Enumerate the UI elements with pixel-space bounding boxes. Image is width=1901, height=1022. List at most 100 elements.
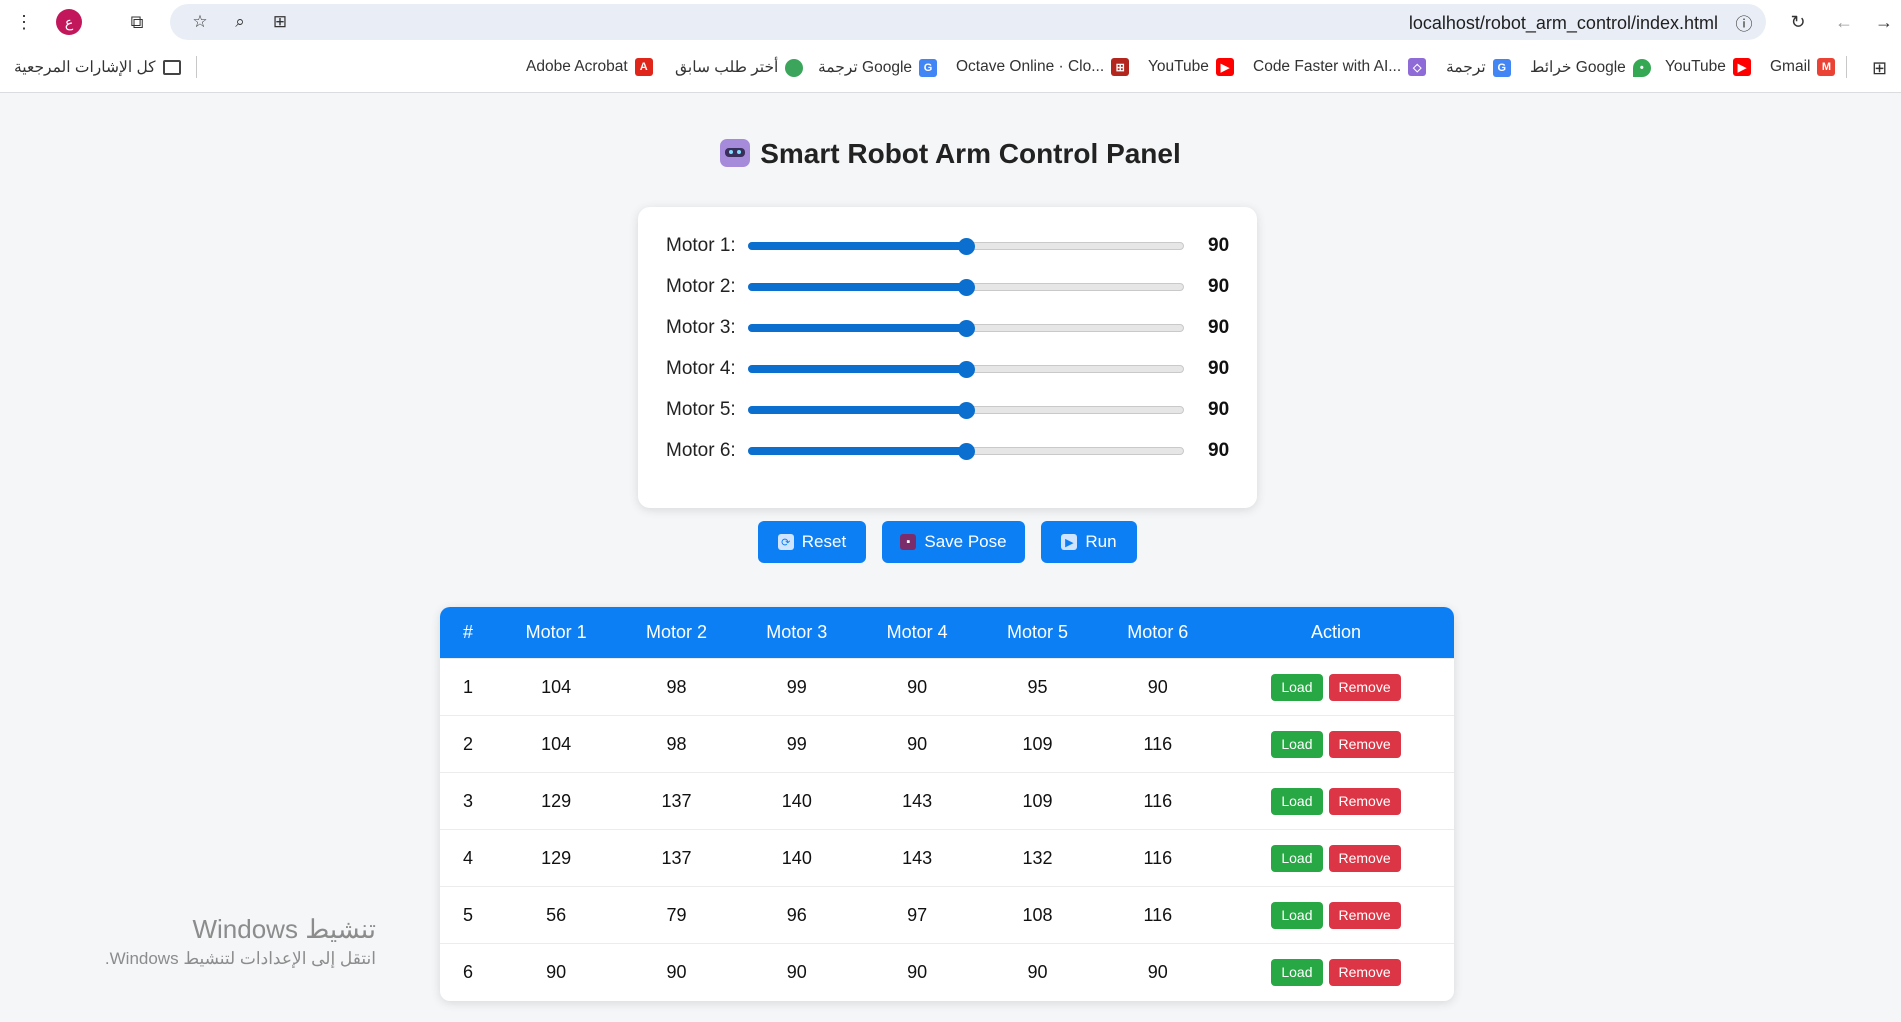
- motor-label: Motor 1:: [666, 235, 736, 256]
- address-bar[interactable]: ☆ ⌕ ⊞ localhost/robot_arm_control/index.…: [170, 4, 1766, 40]
- slider-thumb[interactable]: [958, 402, 975, 419]
- bookmark-previous-order[interactable]: أختر طلب سابق: [675, 58, 804, 77]
- bookmark-star-icon[interactable]: ☆: [188, 10, 212, 34]
- forward-icon[interactable]: →: [1872, 10, 1896, 34]
- slider-thumb[interactable]: [958, 238, 975, 255]
- translate-page-icon[interactable]: ⊞: [268, 10, 292, 34]
- column-header-motor-6: Motor 6: [1097, 607, 1218, 659]
- column-header-motor-3: Motor 3: [736, 607, 857, 659]
- code-icon: ◇: [1408, 58, 1427, 76]
- run-button[interactable]: ▶ Run: [1041, 521, 1137, 563]
- bookmark-gmail[interactable]: Gmail M: [1770, 58, 1836, 76]
- motor-label: Motor 6:: [666, 440, 736, 461]
- table-row: 5 56 79 96 97 108 116 Load Remove: [440, 886, 1454, 944]
- column-header-motor-5: Motor 5: [977, 607, 1098, 659]
- motor-slider[interactable]: [748, 361, 1184, 378]
- bookmark-all-bookmarks[interactable]: كل الإشارات المرجعية: [14, 58, 181, 77]
- zoom-icon[interactable]: ⌕: [228, 10, 252, 34]
- motor-3-cell: 140: [736, 772, 857, 830]
- remove-button[interactable]: Remove: [1328, 730, 1401, 758]
- remove-button[interactable]: Remove: [1328, 787, 1401, 815]
- load-button[interactable]: Load: [1271, 901, 1323, 929]
- reset-button[interactable]: ⟳ Reset: [758, 521, 866, 563]
- motor-5-cell: 109: [977, 715, 1098, 773]
- load-button[interactable]: Load: [1271, 673, 1323, 701]
- motor-2-cell: 79: [616, 886, 737, 944]
- save-pose-button[interactable]: ▪ Save Pose: [882, 521, 1025, 563]
- bookmark-code-faster[interactable]: Code Faster with AI... ◇: [1253, 58, 1427, 76]
- refresh-icon: ⟳: [777, 534, 794, 550]
- bookmark-label: Adobe Acrobat: [526, 58, 628, 75]
- slider-fill: [748, 242, 965, 250]
- load-button[interactable]: Load: [1271, 958, 1323, 986]
- motor-slider[interactable]: [748, 443, 1184, 460]
- motor-6-cell: 90: [1097, 943, 1218, 1000]
- motor-2-cell: 137: [616, 772, 737, 830]
- bookmark-google-translate[interactable]: ترجمة Google G: [818, 58, 938, 77]
- remove-button[interactable]: Remove: [1328, 673, 1401, 701]
- bookmark-adobe-acrobat[interactable]: Adobe Acrobat A: [526, 58, 653, 76]
- motor-slider[interactable]: [748, 402, 1184, 419]
- motor-value: 90: [1208, 235, 1230, 256]
- page-title-text: Smart Robot Arm Control Panel: [760, 138, 1181, 169]
- remove-button[interactable]: Remove: [1328, 901, 1401, 929]
- table-row: 4 129 137 140 143 132 116 Load Remove: [440, 829, 1454, 887]
- motor-1-cell: 129: [496, 772, 617, 830]
- motor-row: Motor 4: 90: [666, 354, 1246, 384]
- motor-value: 90: [1208, 276, 1230, 297]
- motor-3-cell: 99: [736, 715, 857, 773]
- action-cell: Load Remove: [1218, 829, 1454, 887]
- slider-thumb[interactable]: [958, 320, 975, 337]
- column-header-motor-2: Motor 2: [616, 607, 737, 659]
- bookmark-youtube-1[interactable]: YouTube ▶: [1148, 58, 1234, 76]
- bookmark-google-maps[interactable]: خرائط Google •: [1530, 58, 1651, 77]
- load-button[interactable]: Load: [1271, 730, 1323, 758]
- motor-4-cell: 90: [856, 943, 978, 1000]
- motor-6-cell: 116: [1097, 886, 1218, 944]
- load-button[interactable]: Load: [1271, 844, 1323, 872]
- apps-grid-icon[interactable]: ⊞: [1872, 58, 1887, 79]
- site-info-icon[interactable]: ⓘ: [1732, 10, 1756, 34]
- robot-icon: [720, 139, 751, 167]
- motor-6-cell: 116: [1097, 772, 1218, 830]
- save-pose-button-label: Save Pose: [924, 532, 1007, 551]
- slider-thumb[interactable]: [958, 443, 975, 460]
- motor-3-cell: 90: [736, 943, 857, 1000]
- url-text[interactable]: localhost/robot_arm_control/index.html: [1409, 13, 1718, 34]
- menu-kebab-icon[interactable]: ⋮: [12, 10, 36, 34]
- motor-slider[interactable]: [748, 238, 1184, 255]
- page-title: Smart Robot Arm Control Panel: [0, 138, 1901, 170]
- slider-thumb[interactable]: [958, 361, 975, 378]
- motor-3-cell: 96: [736, 886, 857, 944]
- bookmark-octave-online[interactable]: Octave Online · Clo... ⊞: [956, 58, 1130, 76]
- bookmark-youtube-2[interactable]: YouTube ▶: [1665, 58, 1751, 76]
- saved-poses-table: # Motor 1 Motor 2 Motor 3 Motor 4 Motor …: [440, 607, 1454, 1001]
- reload-icon[interactable]: ↻: [1786, 10, 1810, 34]
- extensions-icon[interactable]: ⧉: [125, 10, 149, 34]
- motor-4-cell: 97: [856, 886, 978, 944]
- back-icon[interactable]: ←: [1832, 10, 1856, 34]
- slider-thumb[interactable]: [958, 279, 975, 296]
- motor-2-cell: 98: [616, 658, 737, 716]
- watermark-subtitle: انتقل إلى الإعدادات لتنشيط Windows.: [104, 949, 376, 968]
- motor-4-cell: 90: [856, 715, 978, 773]
- row-index: 1: [440, 658, 496, 716]
- motor-2-cell: 137: [616, 829, 737, 887]
- motor-row: Motor 1: 90: [666, 231, 1246, 261]
- motor-2-cell: 98: [616, 715, 737, 773]
- profile-avatar[interactable]: ع: [56, 9, 82, 35]
- bookmark-separator: [196, 56, 197, 78]
- table-row: 1 104 98 99 90 95 90 Load Remove: [440, 658, 1454, 716]
- bookmark-translate[interactable]: ترجمة G: [1446, 58, 1511, 77]
- motor-label: Motor 4:: [666, 358, 736, 379]
- motor-1-cell: 104: [496, 658, 617, 716]
- load-button[interactable]: Load: [1271, 787, 1323, 815]
- remove-button[interactable]: Remove: [1328, 958, 1401, 986]
- run-button-label: Run: [1085, 532, 1117, 551]
- motor-slider[interactable]: [748, 279, 1184, 296]
- motor-5-cell: 132: [977, 829, 1098, 887]
- remove-button[interactable]: Remove: [1328, 844, 1401, 872]
- motor-slider[interactable]: [748, 320, 1184, 337]
- bookmark-label: Gmail: [1770, 58, 1811, 75]
- row-index: 2: [440, 715, 496, 773]
